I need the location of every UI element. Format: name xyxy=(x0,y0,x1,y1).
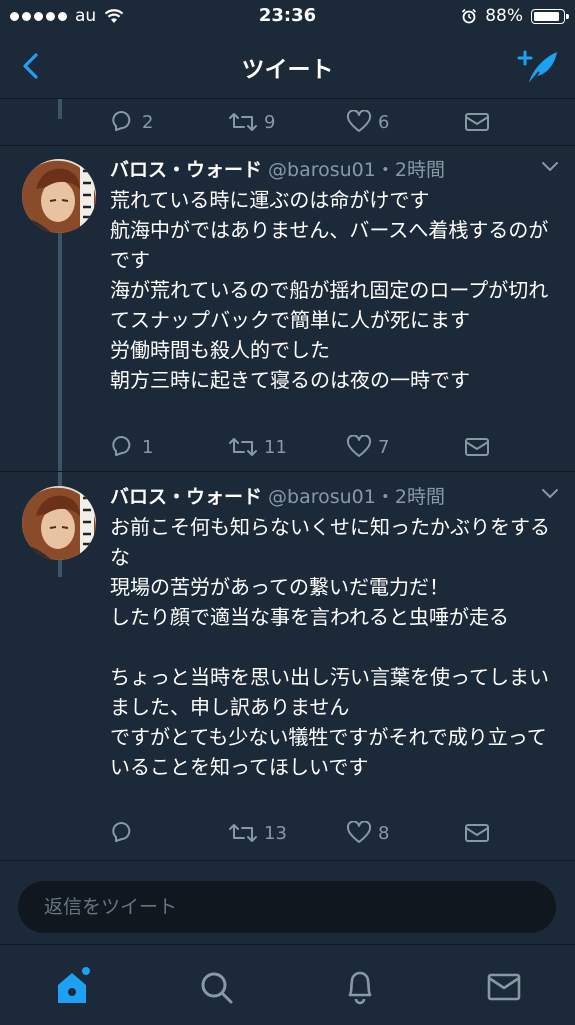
direct-message-button[interactable] xyxy=(464,111,490,133)
retweet-count: 11 xyxy=(264,436,287,458)
tab-home[interactable] xyxy=(48,963,96,1011)
username[interactable]: @barosu01 xyxy=(268,486,376,508)
like-count: 7 xyxy=(378,436,390,458)
battery-percent: 88% xyxy=(485,6,523,26)
retweet-button[interactable]: 11 xyxy=(228,435,346,459)
direct-message-button[interactable] xyxy=(464,822,490,844)
page-title: ツイート xyxy=(241,57,334,83)
display-name[interactable]: バロス・ウォード xyxy=(110,486,262,508)
reply-button[interactable] xyxy=(110,821,228,845)
retweet-button[interactable]: 9 xyxy=(228,110,346,134)
divider xyxy=(0,145,575,146)
tab-bar xyxy=(0,944,575,1025)
reply-icon xyxy=(112,111,131,131)
display-name[interactable]: バロス・ウォード xyxy=(110,159,262,181)
compose-tweet-button[interactable] xyxy=(515,44,561,88)
reply-icon xyxy=(112,436,131,456)
home-icon xyxy=(58,967,90,1003)
heart-icon xyxy=(346,110,372,132)
avatar[interactable] xyxy=(22,159,96,233)
search-icon xyxy=(201,972,233,1004)
tab-notifications[interactable] xyxy=(336,963,384,1011)
tweet-actions: 13 8 xyxy=(110,818,490,848)
tweet-header: バロス・ウォード @barosu01・2時間 xyxy=(110,155,445,182)
avatar[interactable] xyxy=(22,486,96,560)
divider xyxy=(0,471,575,472)
timestamp: ・2時間 xyxy=(375,486,445,508)
alarm-icon xyxy=(462,8,477,24)
retweet-button[interactable]: 13 xyxy=(228,821,346,845)
tweet-menu-button[interactable] xyxy=(539,157,561,175)
timestamp: ・2時間 xyxy=(375,159,445,181)
tweet-text: お前こそ何も知らないくせに知ったかぶりをするな 現場の苦労があっての繋いだ電力だ… xyxy=(110,515,550,779)
tweet-header: バロス・ウォード @barosu01・2時間 xyxy=(110,482,445,509)
tweet-actions: 1 11 7 xyxy=(110,432,490,462)
reply-count: 2 xyxy=(142,111,154,133)
tweet[interactable]: バロス・ウォード @barosu01・2時間 荒れている時に運ぶのは命がけです 航… xyxy=(0,155,575,485)
heart-icon xyxy=(346,821,372,843)
retweet-icon xyxy=(229,438,257,456)
like-button[interactable]: 6 xyxy=(346,110,464,134)
reply-button[interactable]: 1 xyxy=(110,435,228,459)
username[interactable]: @barosu01 xyxy=(268,159,376,181)
reply-bar xyxy=(0,860,575,945)
reply-input[interactable] xyxy=(18,881,556,933)
thread-connector xyxy=(58,99,62,119)
tweet[interactable]: バロス・ウォード @barosu01・2時間 お前こそ何も知らないくせに知ったかぶ… xyxy=(0,482,575,852)
chevron-down-icon xyxy=(542,489,558,499)
reply-icon xyxy=(112,822,131,842)
tab-messages[interactable] xyxy=(480,963,528,1011)
mail-icon xyxy=(465,113,489,131)
retweet-count: 9 xyxy=(264,111,276,133)
status-bar: au 23:36 88% xyxy=(0,0,575,34)
retweet-count: 13 xyxy=(264,822,287,844)
heart-icon xyxy=(346,435,372,457)
reply-count: 1 xyxy=(142,436,154,458)
mail-icon xyxy=(465,438,489,456)
tab-search[interactable] xyxy=(192,963,240,1011)
retweet-icon xyxy=(229,113,257,131)
like-button[interactable]: 7 xyxy=(346,435,464,459)
mail-icon xyxy=(465,824,489,842)
retweet-icon xyxy=(229,824,257,842)
nav-bar: ツイート xyxy=(0,34,575,99)
like-count: 8 xyxy=(378,822,390,844)
tweet-menu-button[interactable] xyxy=(539,484,561,502)
chevron-down-icon xyxy=(542,162,558,172)
like-count: 6 xyxy=(378,111,390,133)
status-right: 88% xyxy=(461,6,569,26)
messages-icon xyxy=(487,973,521,1001)
compose-tweet-icon xyxy=(517,50,557,85)
like-button[interactable]: 8 xyxy=(346,821,464,845)
battery-icon xyxy=(531,8,569,24)
prev-tweet-actions: 2 9 6 xyxy=(110,107,490,137)
notifications-icon xyxy=(348,971,372,1005)
tweet-thread: 2 9 6 バロス・ウォード @barosu01・2時間 荒れている時に運ぶのは… xyxy=(0,99,575,859)
direct-message-button[interactable] xyxy=(464,436,490,458)
tweet-text: 荒れている時に運ぶのは命がけです 航海中がではありません、バースへ着桟するのがで… xyxy=(110,188,549,392)
reply-button[interactable]: 2 xyxy=(110,110,228,134)
